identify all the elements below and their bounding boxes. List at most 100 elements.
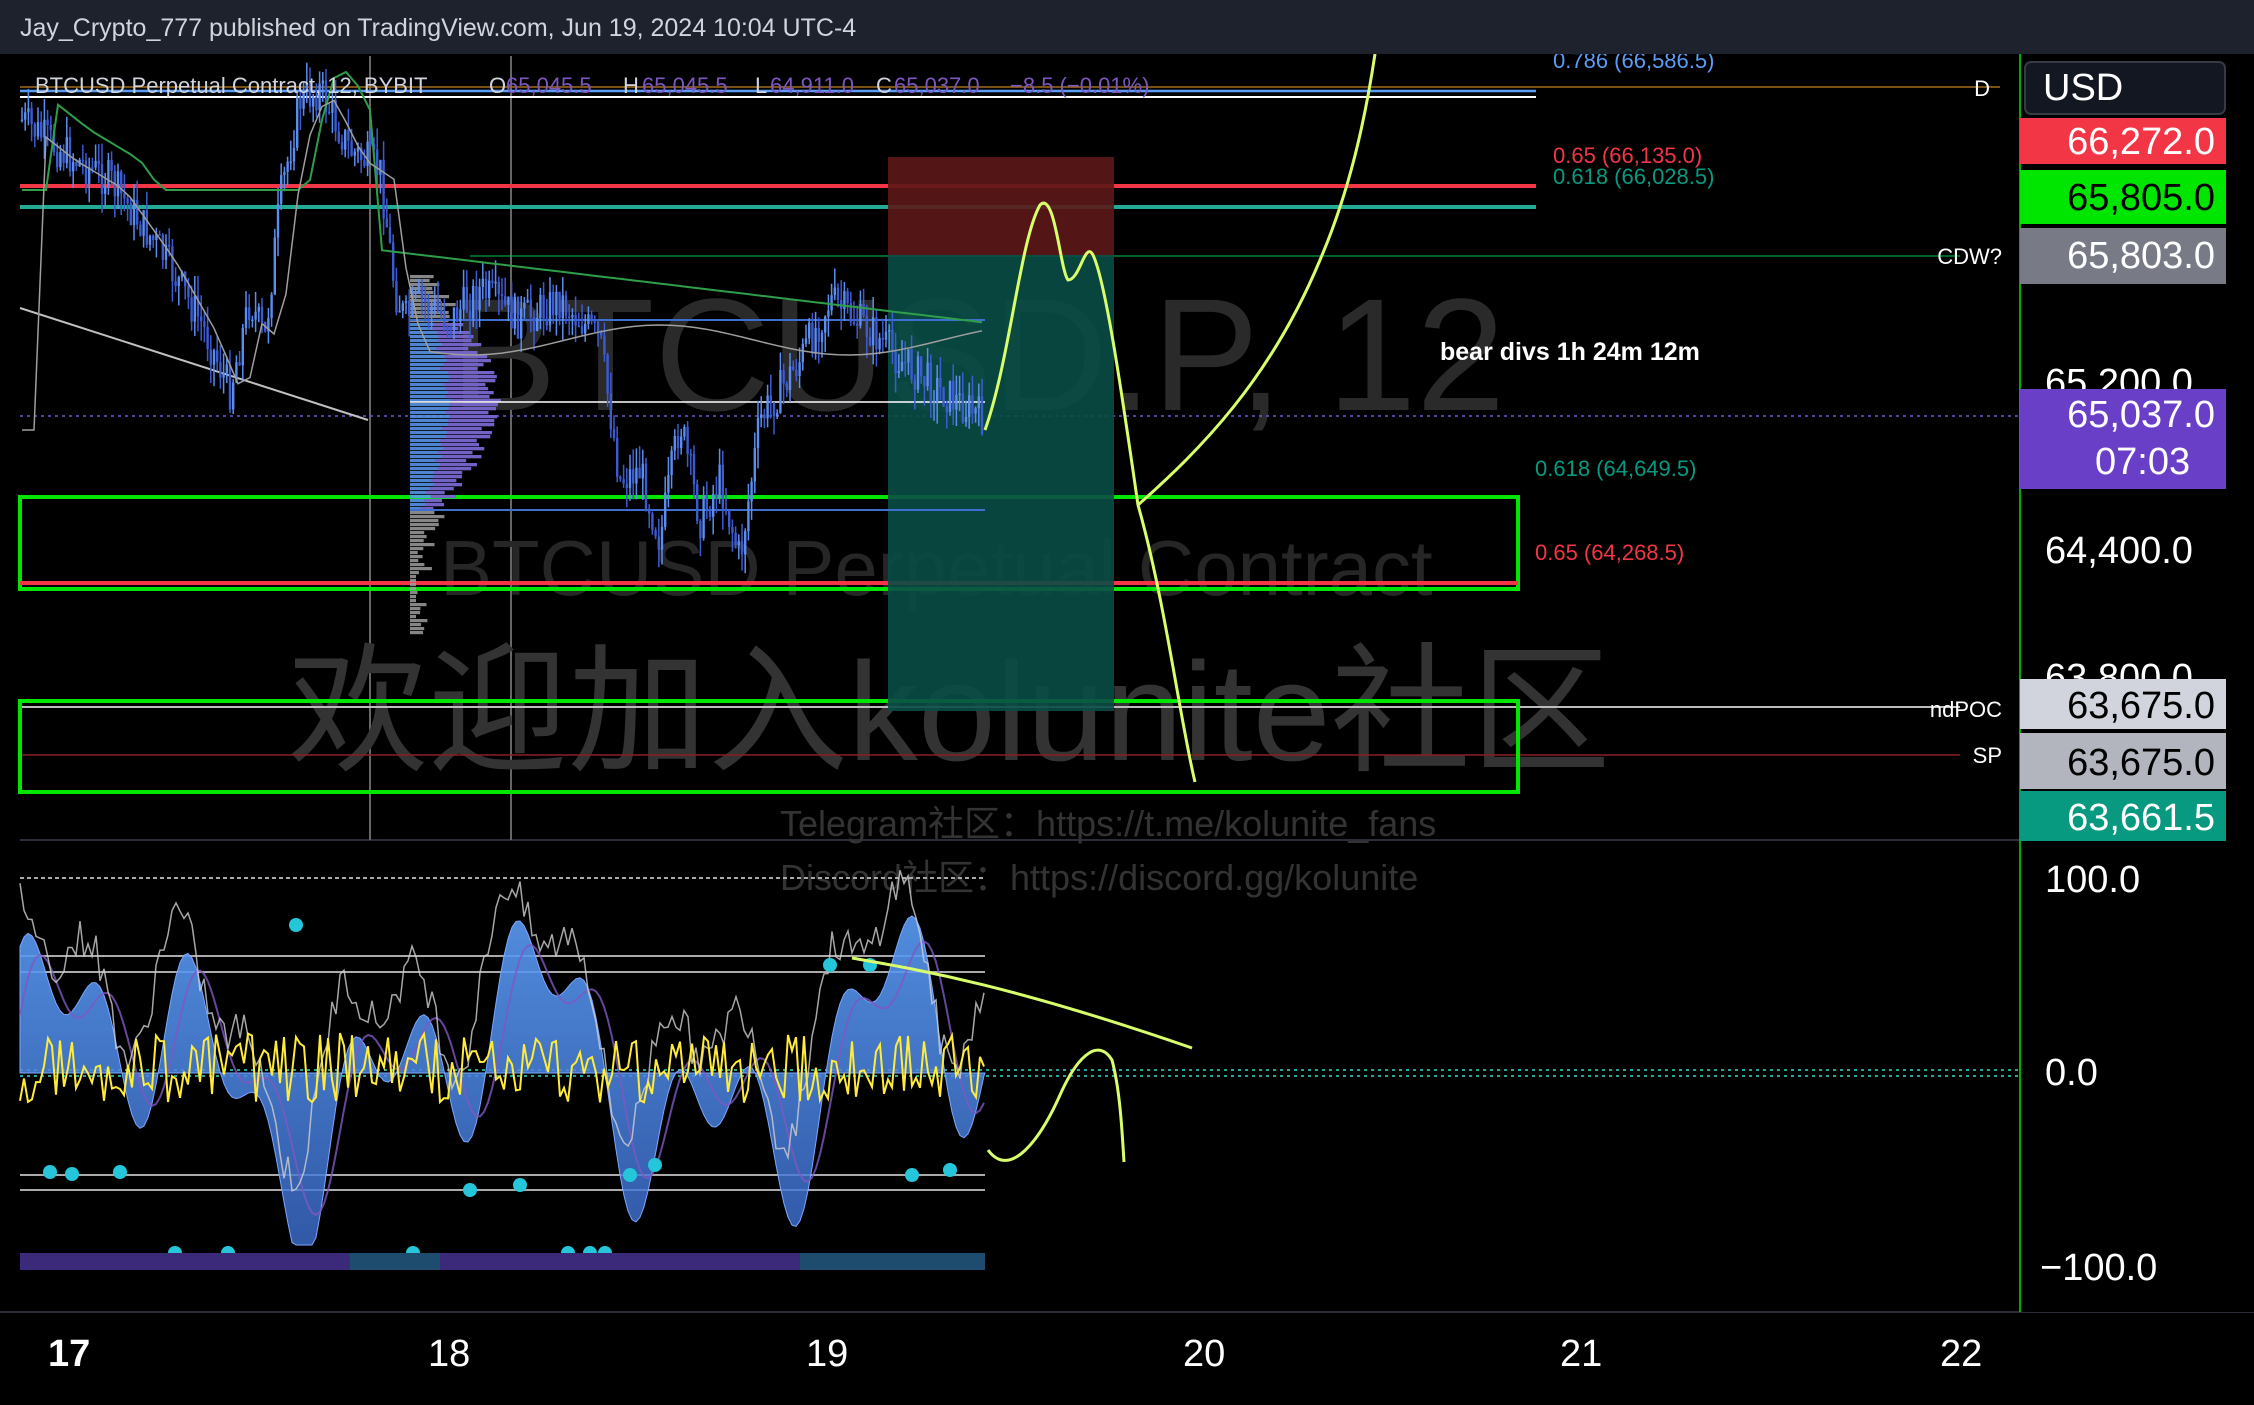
x-tick-22: 22 xyxy=(1940,1333,1982,1375)
candle xyxy=(820,332,824,342)
volume-profile-bar-sell xyxy=(442,427,482,431)
volume-profile-bar xyxy=(410,567,432,571)
candle xyxy=(350,140,353,156)
fib-label: 0.786 (66,586.5) xyxy=(1553,54,1714,73)
oscillator-signal-dot xyxy=(623,1168,637,1182)
volume-profile-bar xyxy=(410,579,416,583)
candle xyxy=(708,509,712,517)
fib-label: 0.618 (66,028.5) xyxy=(1553,164,1714,189)
volume-profile-bar-sell xyxy=(447,423,495,427)
candle xyxy=(449,327,452,330)
position-target-zone xyxy=(888,255,1114,711)
candle xyxy=(955,394,958,410)
candle xyxy=(622,479,625,484)
candle xyxy=(670,450,673,475)
candle xyxy=(683,426,686,437)
legend-change: −8.5 (−0.01%) xyxy=(1010,73,1149,98)
candle xyxy=(203,321,206,327)
volume-profile-bar xyxy=(410,595,416,599)
candle xyxy=(571,314,574,318)
candle xyxy=(340,142,344,150)
candle xyxy=(920,356,923,377)
legend-h-value: 65,045.5 xyxy=(642,73,728,98)
trendline xyxy=(19,307,369,421)
candle xyxy=(222,372,225,378)
candle xyxy=(200,316,203,322)
oscillator-signal-dot xyxy=(463,1183,477,1197)
candle xyxy=(852,321,856,324)
volume-profile-bar xyxy=(410,547,424,551)
candle xyxy=(251,319,254,322)
oscillator-signal-dot xyxy=(513,1178,527,1192)
candle xyxy=(296,97,299,148)
candle xyxy=(721,464,724,509)
volume-profile-bar-sell xyxy=(445,395,490,399)
volume-profile-bar xyxy=(410,615,416,619)
volume-profile-bar-sell xyxy=(437,339,472,343)
osc-y-tick-100: 100.0 xyxy=(2045,859,2140,901)
candle xyxy=(660,526,664,550)
time-axis[interactable]: 17 18 19 20 21 22 xyxy=(48,1333,1982,1375)
candle xyxy=(171,246,174,282)
candle xyxy=(49,125,52,131)
candle xyxy=(980,396,984,435)
volume-profile-bar xyxy=(410,575,416,579)
candle xyxy=(926,362,929,387)
candle xyxy=(635,467,638,484)
candle xyxy=(811,322,814,354)
price-tag-teal-value: 63,661.5 xyxy=(2067,797,2215,839)
volume-profile-bar-sell xyxy=(440,463,477,467)
candle xyxy=(504,296,507,305)
candle xyxy=(385,218,388,228)
candle xyxy=(347,130,350,141)
candle xyxy=(209,349,212,365)
candle xyxy=(913,379,916,390)
oscillator-signal-dot xyxy=(648,1158,662,1172)
candle xyxy=(408,300,411,316)
chart-canvas[interactable]: BTCUSD.P, 12 BTCUSD Perpetual Contract 欢… xyxy=(0,54,2254,1405)
candle xyxy=(379,159,382,175)
candle xyxy=(168,244,171,247)
candle xyxy=(830,295,833,311)
candle xyxy=(344,130,347,150)
legend-o-value: 65,045.5 xyxy=(506,73,592,98)
candle xyxy=(404,300,408,304)
volume-profile-bar-sell xyxy=(446,435,491,439)
candle xyxy=(673,435,676,451)
volume-profile-bar xyxy=(410,627,425,631)
candle xyxy=(81,159,84,162)
candle xyxy=(417,286,420,292)
price-tag-sp-value: 63,675.0 xyxy=(2067,742,2215,784)
candle xyxy=(100,164,104,194)
candle xyxy=(260,306,264,323)
volume-profile-bar xyxy=(410,587,416,591)
candle xyxy=(686,426,689,454)
volume-profile-bar xyxy=(410,535,427,539)
symbol-legend[interactable]: BTCUSD Perpetual Contract, 12, BYBIT O 6… xyxy=(35,73,1149,98)
volume-profile-bar xyxy=(410,527,436,531)
volume-profile-bar-sell xyxy=(448,407,496,411)
candle xyxy=(612,429,616,439)
candle xyxy=(689,453,692,456)
candle xyxy=(884,331,888,340)
volume-profile-bar-sell xyxy=(430,479,457,483)
candle xyxy=(753,448,756,482)
volume-profile-bar xyxy=(410,623,422,627)
x-tick-18: 18 xyxy=(428,1333,470,1375)
candle xyxy=(539,294,542,319)
volume-profile-bar xyxy=(410,571,419,575)
candle xyxy=(27,108,30,113)
candle xyxy=(110,160,113,171)
candle xyxy=(676,435,680,449)
candle xyxy=(337,131,340,143)
candle xyxy=(904,361,907,364)
candle xyxy=(609,393,612,430)
volume-profile-bar-sell xyxy=(440,367,478,371)
candle xyxy=(244,307,248,328)
currency-label[interactable]: USD xyxy=(2043,67,2123,109)
candle xyxy=(574,314,577,326)
candle xyxy=(516,296,520,339)
candle xyxy=(891,329,894,352)
candle xyxy=(72,162,75,172)
candle xyxy=(564,295,568,317)
